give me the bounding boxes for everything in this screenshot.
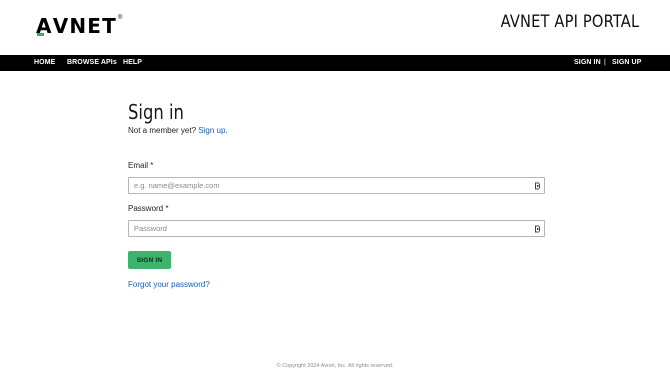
logo-wordmark: A VNET bbox=[36, 14, 118, 38]
nav-sign-in[interactable]: SIGN IN bbox=[574, 55, 601, 71]
not-member-text: Not a member yet? Sign up. bbox=[128, 125, 545, 136]
signin-panel: Sign in Not a member yet? Sign up. Email… bbox=[128, 100, 545, 289]
portal-title: AVNET API PORTAL bbox=[500, 12, 639, 32]
email-label: Email * bbox=[128, 161, 154, 170]
password-manager-key-icon[interactable] bbox=[535, 225, 541, 233]
registered-mark: ® bbox=[118, 15, 123, 21]
password-label: Password * bbox=[128, 204, 169, 213]
forgot-password-link[interactable]: Forgot your password? bbox=[128, 280, 210, 289]
password-field[interactable] bbox=[129, 221, 524, 236]
copyright-footer: © Copyright 2024 Avnet, Inc. All rights … bbox=[276, 363, 394, 369]
nav-sign-up[interactable]: SIGN UP bbox=[612, 55, 641, 71]
sign-in-button[interactable]: SIGN IN bbox=[128, 251, 171, 269]
main-nav: HOME BROWSE APIs HELP SIGN IN | SIGN UP bbox=[0, 55, 670, 71]
email-field[interactable] bbox=[129, 178, 524, 193]
password-field-wrapper bbox=[128, 220, 545, 237]
avnet-logo[interactable]: A VNET ® bbox=[36, 15, 122, 37]
not-member-label: Not a member yet? bbox=[128, 126, 197, 135]
nav-browse-apis[interactable]: BROWSE APIs bbox=[67, 55, 117, 71]
period: . bbox=[225, 126, 228, 135]
nav-separator: | bbox=[604, 59, 606, 66]
email-field-wrapper bbox=[128, 177, 545, 194]
signup-link[interactable]: Sign up bbox=[198, 126, 225, 135]
site-header: A VNET ® AVNET API PORTAL bbox=[0, 0, 670, 55]
password-manager-key-icon[interactable] bbox=[535, 182, 541, 190]
nav-home[interactable]: HOME bbox=[34, 55, 55, 71]
page-title: Sign in bbox=[128, 100, 184, 124]
nav-help[interactable]: HELP bbox=[123, 55, 142, 71]
